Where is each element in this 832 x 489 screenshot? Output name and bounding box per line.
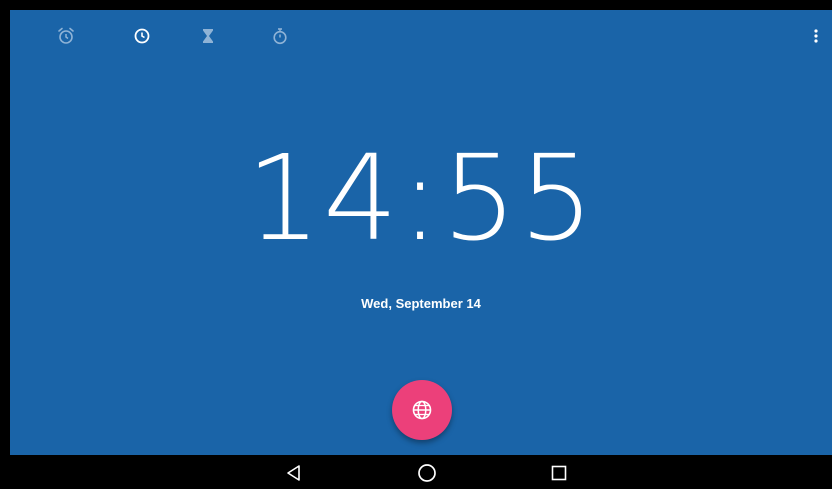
globe-icon xyxy=(412,400,432,420)
recents-square-icon xyxy=(551,465,567,481)
tab-bar xyxy=(10,10,832,66)
tab-stopwatch[interactable] xyxy=(268,24,292,48)
overflow-menu-button[interactable] xyxy=(804,24,828,48)
home-button[interactable] xyxy=(413,460,441,486)
more-vert-icon xyxy=(814,29,818,43)
back-triangle-icon xyxy=(287,465,300,481)
date-label: Wed, September 14 xyxy=(361,296,481,311)
alarm-icon xyxy=(58,27,74,44)
stopwatch-icon xyxy=(273,28,287,45)
digital-clock: 14:55 xyxy=(245,129,597,267)
tab-timer[interactable] xyxy=(196,24,220,48)
hourglass-icon xyxy=(203,29,213,43)
world-clock-button[interactable] xyxy=(392,380,452,440)
tab-clock[interactable] xyxy=(130,24,154,48)
navigation-bar xyxy=(10,455,832,489)
tab-alarm[interactable] xyxy=(54,24,78,48)
back-button[interactable] xyxy=(280,460,308,486)
clock-app-screen: 14:55 Wed, September 14 xyxy=(10,10,832,455)
recents-button[interactable] xyxy=(545,460,573,486)
home-circle-icon xyxy=(418,464,436,482)
clock-icon xyxy=(134,28,150,44)
